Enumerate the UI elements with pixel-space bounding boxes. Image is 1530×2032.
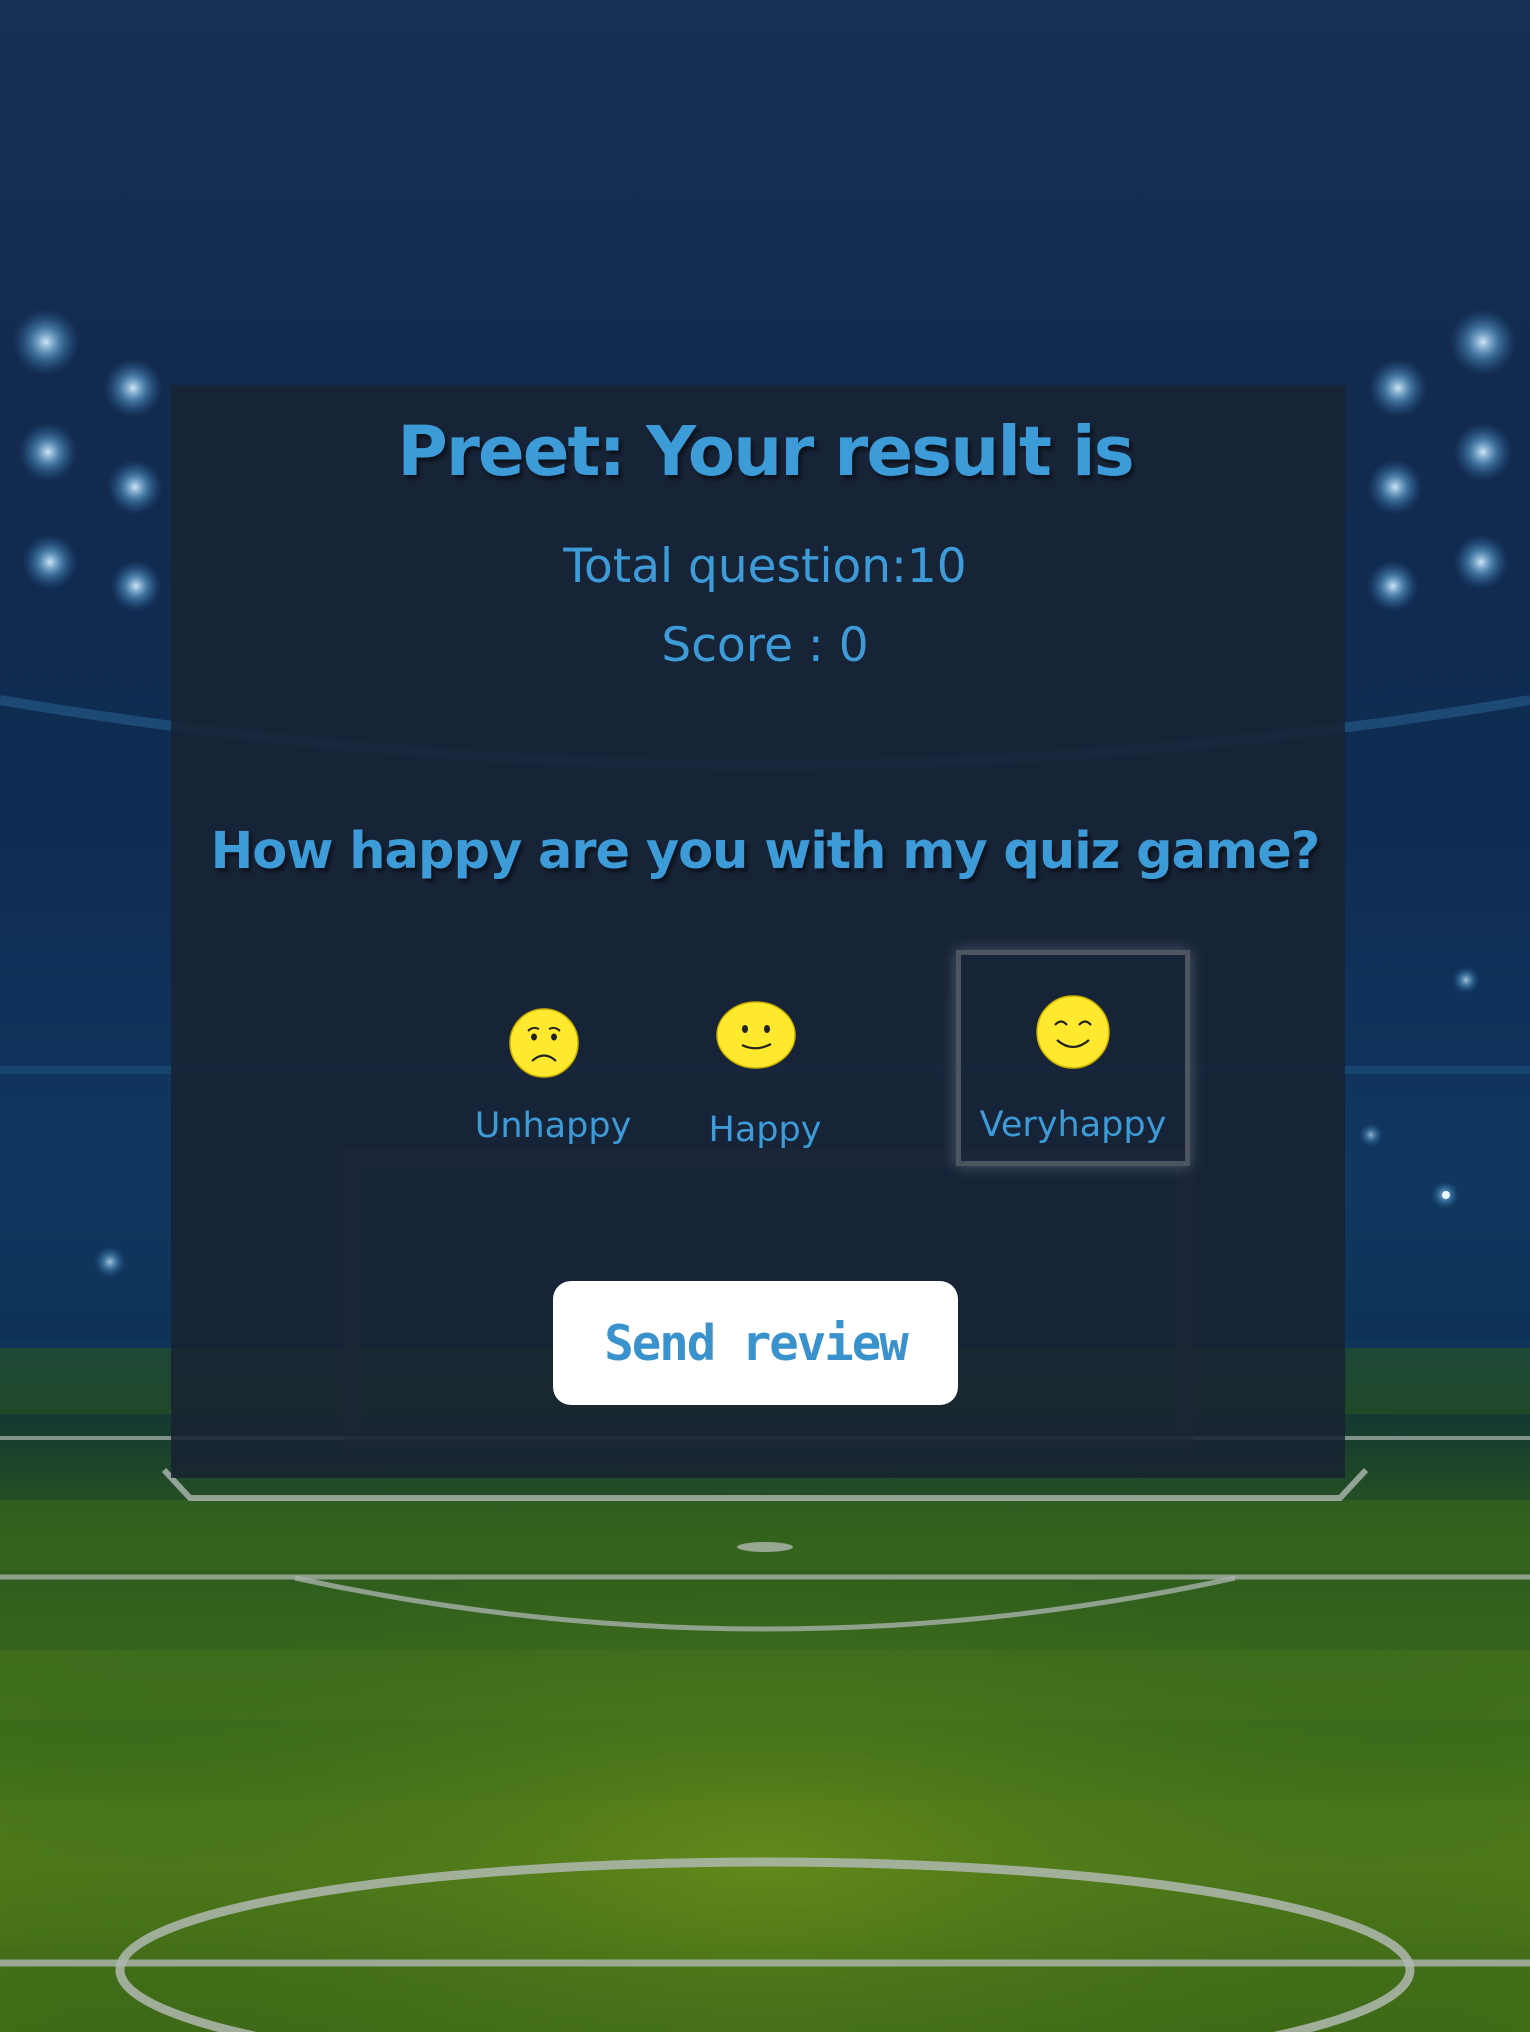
rating-label-happy: Happy	[708, 1110, 822, 1150]
very-happy-face-icon	[1036, 995, 1110, 1069]
result-title: Preet: Your result is	[397, 412, 1134, 492]
rating-option-unhappy[interactable]: Unhappy	[466, 990, 640, 1160]
rating-label-unhappy: Unhappy	[474, 1106, 632, 1146]
unhappy-face-icon	[509, 1008, 579, 1078]
send-review-button[interactable]: Send review	[553, 1281, 958, 1405]
score-text: Score : 0	[661, 618, 869, 673]
quiz-result-screen: Preet: Your result is Total question:10 …	[0, 0, 1530, 2032]
feedback-question: How happy are you with my quiz game?	[210, 822, 1321, 881]
happy-face-icon	[716, 1001, 796, 1069]
rating-label-veryhappy: Veryhappy	[979, 1105, 1167, 1145]
total-question-text: Total question:10	[563, 539, 967, 594]
rating-option-happy[interactable]: Happy	[683, 990, 847, 1160]
rating-option-veryhappy[interactable]: Veryhappy	[956, 950, 1190, 1166]
